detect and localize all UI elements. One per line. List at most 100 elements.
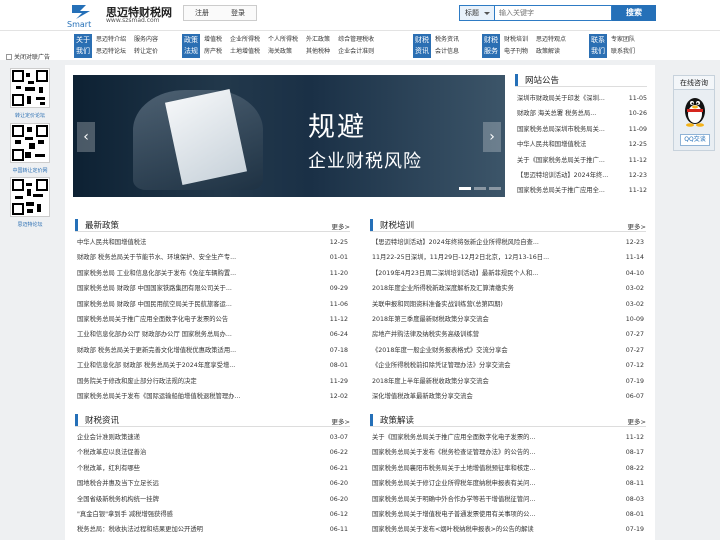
banner-pagination xyxy=(459,187,501,190)
nav-item[interactable]: 增值税 xyxy=(200,34,226,46)
list-item[interactable]: 深化增值税改革最新政策分享交流会 06-07 xyxy=(372,389,644,404)
login-link[interactable]: 登录 xyxy=(220,6,256,20)
list-item[interactable]: 国地税合并惠及当下立足长远 06-20 xyxy=(77,476,348,491)
search-type-select[interactable]: 标题 xyxy=(459,5,495,21)
nav-item[interactable]: 外汇政策 xyxy=(302,34,334,46)
nav-group-about: 关于 我们 思迈特介绍 思迈特论坛 服务内容 转让定价 xyxy=(74,34,162,58)
list-item[interactable]: 国家税务总局 财政部 中国国家铁路集团有限公司关于... 09-29 xyxy=(77,281,348,296)
nav-item[interactable]: 联系我们 xyxy=(607,46,639,58)
list-item[interactable]: 【思迈特培训活动】2024年终... 12-23 xyxy=(517,168,647,183)
list-item[interactable]: "真金白银"拿到手 减税增强获得感 06-12 xyxy=(77,507,348,522)
list-item[interactable]: 财政部 海关总署 税务总局... 10-26 xyxy=(517,106,647,121)
announcements-title: 网站公告 xyxy=(525,76,560,86)
banner-dot[interactable] xyxy=(459,187,471,190)
nav-head-about[interactable]: 关于 我们 xyxy=(74,34,92,58)
list-item[interactable]: 财政部 税务总局关于更新完善文化增值税优惠政策适用... 07-18 xyxy=(77,343,348,358)
list-item[interactable]: 关联申报和同期资料准备实战训练营(总第四期) 03-02 xyxy=(372,297,644,312)
list-item[interactable]: 国家税务总局关于发布《国际运输船舶增值税退税管理办... 12-02 xyxy=(77,389,348,404)
nav-item[interactable]: 政策解读 xyxy=(532,46,570,58)
nav-item[interactable]: 会计信息 xyxy=(431,46,463,58)
nav-item[interactable]: 企业会计准则 xyxy=(334,46,378,58)
list-item[interactable]: 国家税务总局关于发布<烟叶税纳税申报表>的公告的解读 07-19 xyxy=(372,522,644,537)
qr-code-icon xyxy=(10,177,50,217)
search-button[interactable]: 搜索 xyxy=(612,5,656,21)
banner-dot[interactable] xyxy=(474,187,486,190)
list-item[interactable]: 国家税务总局关于推广应用全... 11-12 xyxy=(517,183,647,198)
nav-item[interactable]: 思迈特论坛 xyxy=(92,46,130,58)
policy-interpretation-more-link[interactable]: 更多> xyxy=(628,416,646,426)
list-item[interactable]: 国务院关于修改和废止部分行政法规的决定 11-29 xyxy=(77,374,348,389)
banner-dot[interactable] xyxy=(489,187,501,190)
search-input[interactable] xyxy=(495,5,612,21)
list-item[interactable]: 国家税务总局关于推广应用全面数字化电子发票的公告 11-12 xyxy=(77,312,348,327)
tax-news-list: 企业会计准则政策速递 03-07 个税改革应以良法促善治 06-22 个税改革，红利… xyxy=(77,430,348,538)
nav-item[interactable]: 海关政策 xyxy=(264,46,302,58)
banner-next-arrow-icon[interactable]: › xyxy=(483,122,501,152)
list-item[interactable]: 个税改革应以良法促善治 06-22 xyxy=(77,445,348,460)
qq-chat-button[interactable]: QQ交谈 xyxy=(680,134,710,146)
list-item[interactable]: 关于《国家税务总局关于推广... 11-12 xyxy=(517,153,647,168)
nav-item[interactable]: 转让定价 xyxy=(130,46,162,58)
list-item[interactable]: 2018年度上半年最新税收政策分享交流会 07-19 xyxy=(372,374,644,389)
list-item[interactable]: 国家税务总局关于修订企业所得税年度纳税申报表有关问... 08-11 xyxy=(372,476,644,491)
nav-item[interactable]: 思迈特介绍 xyxy=(92,34,130,46)
list-item[interactable]: 税务总局：税收执法过程和结果更加公开透明 06-11 xyxy=(77,522,348,537)
nav-item[interactable]: 专家团队 xyxy=(607,34,639,46)
nav-head-service[interactable]: 财税 服务 xyxy=(482,34,500,58)
nav-item[interactable]: 思迈特观点 xyxy=(532,34,570,46)
nav-group-service: 财税 服务 财税培训 电子刊物 思迈特观点 政策解读 xyxy=(482,34,570,58)
list-item[interactable]: 【思迈特培训活动】2024年终将张新企业所得税风险自查... 12-23 xyxy=(372,235,644,250)
list-item[interactable]: 国家税务总局关于明确中外合作办学等若干增值税征管问... 08-03 xyxy=(372,492,644,507)
tax-news-more-link[interactable]: 更多> xyxy=(332,416,350,426)
nav-item[interactable]: 电子刊物 xyxy=(500,46,532,58)
list-item[interactable]: 2018年第三季度最新财税政策分享交流会 10-09 xyxy=(372,312,644,327)
announcements-header: 网站公告 xyxy=(515,73,647,87)
list-item[interactable]: 全国省级新税务机构统一挂牌 06-20 xyxy=(77,492,348,507)
list-item[interactable]: 2018年度企业所得税新政深度解析及汇算清缴实务 03-02 xyxy=(372,281,644,296)
list-item[interactable]: 《企业所得税税前扣除凭证管理办法》分享交流会 07-12 xyxy=(372,358,644,373)
banner-prev-arrow-icon[interactable]: ‹ xyxy=(77,122,95,152)
register-link[interactable]: 注册 xyxy=(184,6,220,20)
nav-item[interactable]: 服务内容 xyxy=(130,34,162,46)
banner-slider[interactable]: 规避 企业财税风险 ‹ › xyxy=(73,75,505,197)
tax-training-more-link[interactable]: 更多> xyxy=(628,221,646,231)
nav-item[interactable]: 企业所得税 xyxy=(226,34,264,46)
left-ad-broken-image[interactable]: 关闭对联广告 xyxy=(6,52,50,61)
list-item[interactable]: 《2018年度一般企业财务报表格式》交流分享会 07-27 xyxy=(372,343,644,358)
list-item[interactable]: 财政部 税务总局关于节能节水、环境保护、安全生产专... 01-01 xyxy=(77,250,348,265)
banner-headline: 规避 xyxy=(308,112,366,143)
list-item[interactable]: 关于《国家税务总局关于推广应用全面数字化电子发票的... 11-12 xyxy=(372,430,644,445)
list-item[interactable]: 国家税务总局 财政部 中国民用航空局关于民航旅客运... 11-06 xyxy=(77,297,348,312)
list-item[interactable]: 工业和信息化部 财政部 税务总局关于2024年度享受增... 08-01 xyxy=(77,358,348,373)
list-item[interactable]: 国家税务总局关于增值税电子普通发票使用有关事项的公... 08-01 xyxy=(372,507,644,522)
list-item[interactable]: 房地产并购法律及纳税实务高级训练营 07-27 xyxy=(372,327,644,342)
list-item[interactable]: 中华人民共和国增值税法 12-25 xyxy=(517,137,647,152)
policy-interpretation-header: 政策解读 更多> xyxy=(370,413,646,427)
list-item[interactable]: 企业会计准则政策速递 03-07 xyxy=(77,430,348,445)
nav-item[interactable]: 财税培训 xyxy=(500,34,532,46)
list-item[interactable]: 国家税务总局 工业和信息化部关于发布《免征车辆购置... 11-20 xyxy=(77,266,348,281)
qr-caption: 思迈特论坛 xyxy=(17,222,43,228)
list-item[interactable]: 国家税务总局关于发布《税务检查证管理办法》的公告的... 08-17 xyxy=(372,445,644,460)
list-item[interactable]: 深圳市财政局关于印发《深圳... 11-05 xyxy=(517,91,647,106)
list-item[interactable]: 中华人民共和国增值税法 12-25 xyxy=(77,235,348,250)
nav-item[interactable]: 综合管理税收 xyxy=(334,34,378,46)
list-item[interactable]: 工业和信息化部办公厅 财政部办公厅 国家税务总局办... 06-24 xyxy=(77,327,348,342)
list-item[interactable]: 国家税务总局深圳市税务局关... 11-09 xyxy=(517,122,647,137)
nav-item[interactable]: 房产税 xyxy=(200,46,226,58)
nav-head-contact[interactable]: 联系 我们 xyxy=(589,34,607,58)
nav-item[interactable]: 其他税种 xyxy=(302,46,334,58)
nav-item[interactable]: 税务资讯 xyxy=(431,34,463,46)
latest-policy-more-link[interactable]: 更多> xyxy=(332,221,350,231)
list-item[interactable]: 国家税务总局襄阳市税务局关于土地增值税预征率和核定... 08-22 xyxy=(372,461,644,476)
nav-item[interactable]: 个人所得税 xyxy=(264,34,302,46)
nav-item[interactable]: 土地增值税 xyxy=(226,46,264,58)
list-item[interactable]: 11月22-25日深圳，11月29日-12月2日北京，12月13-16日... 1… xyxy=(372,250,644,265)
latest-policy-header: 最新政策 更多> xyxy=(75,218,350,232)
site-logo[interactable]: Smart xyxy=(66,3,102,29)
nav-head-policy[interactable]: 政策 法规 xyxy=(182,34,200,58)
announcements-list: 深圳市财政局关于印发《深圳... 11-05 财政部 海关总署 税务总局... 10… xyxy=(517,91,647,199)
nav-head-news[interactable]: 财税 资讯 xyxy=(413,34,431,58)
list-item[interactable]: 个税改革，红利有哪些 06-21 xyxy=(77,461,348,476)
list-item[interactable]: 【2019年4月23日周二深圳培训活动】最新菲规民个人和... 04-10 xyxy=(372,266,644,281)
